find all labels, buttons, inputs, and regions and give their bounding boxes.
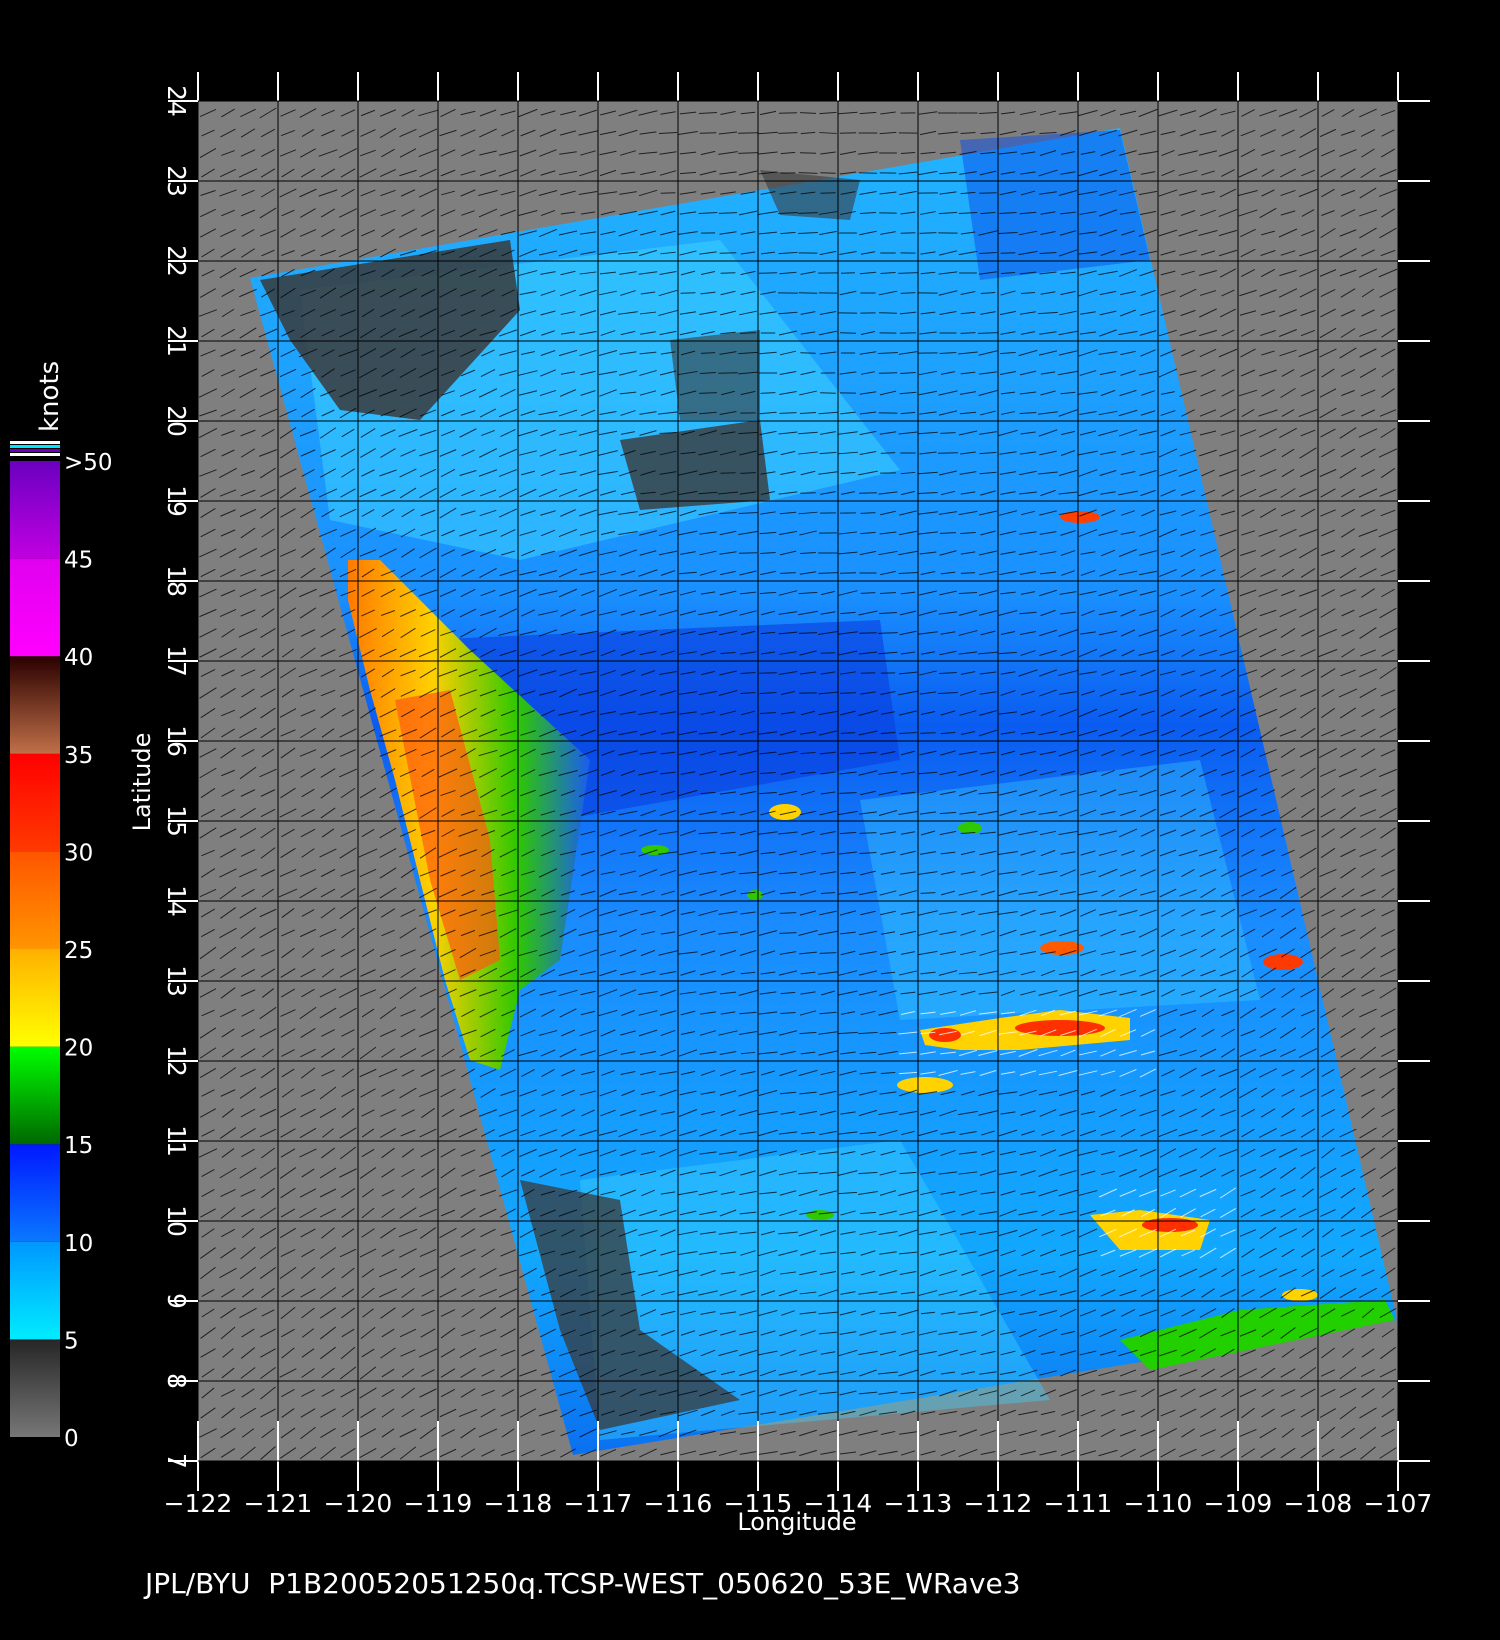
wind-vector <box>758 272 778 274</box>
colorbar-band <box>10 558 60 657</box>
wind-vector <box>860 672 876 674</box>
colorbar-band <box>10 1339 60 1437</box>
longitude-tick-label: −117 <box>564 1489 633 1518</box>
wind-vector <box>920 732 936 734</box>
storm-cell <box>1015 1020 1105 1036</box>
colorbar-tick-label: >50 <box>64 450 113 476</box>
colorbar-tick-label: 5 <box>64 1328 79 1354</box>
colorbar-band <box>10 1241 60 1340</box>
storm-cell <box>897 1077 953 1093</box>
longitude-tick-label: −121 <box>244 1489 313 1518</box>
colorbar-band <box>10 851 60 949</box>
latitude-tick-label: 24 <box>162 85 191 117</box>
wind-vector <box>960 332 976 334</box>
latitude-tick-label: 23 <box>162 165 191 197</box>
colorbar-cap-stripe <box>10 449 60 452</box>
longitude-tick-label: −107 <box>1364 1489 1433 1518</box>
wind-vector <box>660 192 676 194</box>
wind-vector <box>738 152 758 154</box>
wind-vector <box>699 392 717 394</box>
storm-cell <box>1060 511 1100 523</box>
longitude-tick-label: −113 <box>884 1489 953 1518</box>
longitude-tick-label: −116 <box>644 1489 713 1518</box>
latitude-tick-label: 9 <box>162 1293 191 1309</box>
wind-vector <box>779 112 797 114</box>
wind-vector <box>919 232 937 234</box>
longitude-tick-label: −120 <box>324 1489 393 1518</box>
colorbar-band <box>10 656 60 754</box>
wind-vector <box>819 952 837 954</box>
colorbar-tick-label: 25 <box>64 938 93 964</box>
wind-vector <box>839 792 857 794</box>
colorbar-tick-label: 0 <box>64 1426 79 1452</box>
colorbar-tick-label: 35 <box>64 743 93 769</box>
wind-vector <box>680 292 696 294</box>
wind-vector <box>798 632 818 634</box>
wind-vector <box>798 212 818 214</box>
y-axis-label: Latitude <box>128 733 156 832</box>
x-axis-label: Longitude <box>737 1508 856 1536</box>
longitude-tick-label: −109 <box>1204 1489 1273 1518</box>
latitude-tick-label: 18 <box>162 565 191 597</box>
latitude-tick-label: 21 <box>162 325 191 357</box>
latitude-tick-label: 16 <box>162 725 191 757</box>
wind-vector <box>978 332 998 334</box>
longitude-tick-label: −118 <box>484 1489 553 1518</box>
longitude-tick-label: −119 <box>404 1489 473 1518</box>
color-legend: 0 5 10 15 20 25 30 35 40 45 >50 <box>10 441 113 1452</box>
product-credit: JPL/BYU P1B20052051250q.TCSP-WEST_050620… <box>143 1567 1021 1600</box>
colorbar-cap-stripe <box>10 441 60 444</box>
longitude-tick-label: −122 <box>164 1489 233 1518</box>
colorbar-tick-label: 15 <box>64 1133 93 1159</box>
colorbar-cap-stripe <box>10 453 60 456</box>
rain-flag-patch <box>670 330 760 420</box>
latitude-tick-label: 8 <box>162 1373 191 1389</box>
colorbar-band <box>10 1144 60 1242</box>
latitude-tick-label: 7 <box>162 1453 191 1469</box>
latitude-tick-label: 19 <box>162 485 191 517</box>
wind-vector <box>960 572 976 574</box>
storm-cell <box>929 1028 961 1042</box>
latitude-tick-label: 15 <box>162 805 191 837</box>
wind-vector <box>820 172 836 174</box>
latitude-tick-label: 13 <box>162 965 191 997</box>
latitude-tick-label: 14 <box>162 885 191 917</box>
colorbar-tick-label: 45 <box>64 548 93 574</box>
wind-vector <box>1000 252 1016 254</box>
latitude-tick-label: 10 <box>162 1205 191 1237</box>
colorbar-tick-label: 10 <box>64 1231 93 1257</box>
colorbar-band <box>10 1046 60 1145</box>
latitude-tick-label: 17 <box>162 645 191 677</box>
colorbar-band <box>10 753 60 852</box>
longitude-tick-label: −112 <box>964 1489 1033 1518</box>
wind-vector <box>859 632 877 634</box>
colorbar-tick-label: 40 <box>64 645 93 671</box>
wind-vector <box>840 272 856 274</box>
storm-cell <box>747 890 763 900</box>
wind-vector <box>900 232 916 234</box>
wind-vector <box>779 412 797 414</box>
wind-vector <box>859 492 877 494</box>
colorbar-cap-stripe <box>10 445 60 448</box>
colorbar-tick-label: 30 <box>64 840 93 866</box>
longitude-tick-label: −108 <box>1284 1489 1353 1518</box>
wind-vector <box>820 652 836 654</box>
latitude-tick-labels: 7 8 9 10 11 12 13 14 15 16 17 18 19 20 21 22 23 24 <box>162 85 191 1469</box>
storm-cell <box>958 822 982 834</box>
colorbar-band <box>10 949 60 1047</box>
latitude-tick-label: 12 <box>162 1045 191 1077</box>
storm-cell <box>1142 1218 1198 1232</box>
wind-vector <box>858 172 878 174</box>
latitude-tick-label: 20 <box>162 405 191 437</box>
colorbar-title: knots <box>35 361 65 432</box>
wind-map-figure: −122 −121 −120 −119 −118 −117 −116 −115 −114 −113… <box>10 72 1433 1600</box>
latitude-tick-label: 11 <box>162 1125 191 1157</box>
wind-vector <box>798 292 818 294</box>
latitude-tick-label: 22 <box>162 245 191 277</box>
colorbar-tick-label: 20 <box>64 1036 93 1062</box>
longitude-tick-label: −110 <box>1124 1489 1193 1518</box>
colorbar-band <box>10 461 60 559</box>
storm-cell <box>806 1210 834 1220</box>
longitude-tick-label: −111 <box>1044 1489 1113 1518</box>
